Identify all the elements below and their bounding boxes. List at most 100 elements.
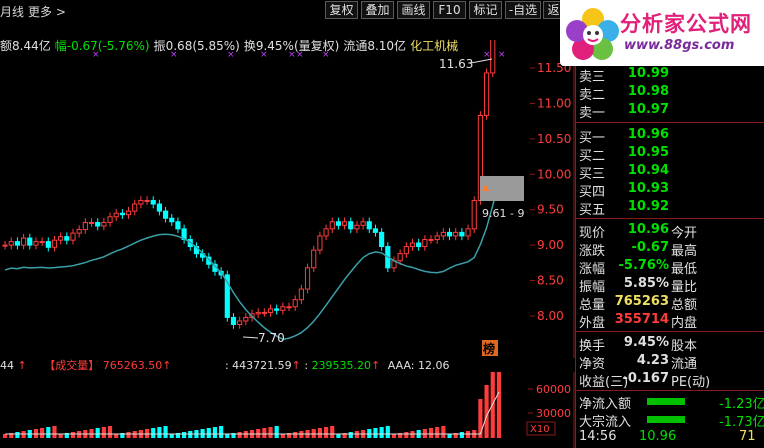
volume-bar xyxy=(126,432,131,438)
candle-body xyxy=(58,236,64,241)
stat-row: 现价 10.96 今开 xyxy=(579,222,764,241)
volume-bar xyxy=(330,426,335,438)
buy-row-label: 买三 xyxy=(579,167,606,182)
buy-row-label: 买二 xyxy=(579,149,606,164)
candle-body xyxy=(298,288,304,301)
buy-row-value: 10.94 xyxy=(627,163,669,178)
candle-body xyxy=(286,306,292,309)
volume-bar xyxy=(385,426,390,438)
volume-bar xyxy=(373,428,378,438)
flow-row: 净流入额 -1.23亿 xyxy=(579,393,764,412)
stat-row-label2: 最高 xyxy=(671,244,698,259)
volume-bar xyxy=(441,426,446,438)
restore-rights-button[interactable]: 复权 xyxy=(325,1,358,19)
candle-body xyxy=(45,241,51,248)
candle-body xyxy=(88,221,95,224)
volume-bar xyxy=(391,434,397,438)
candle-body xyxy=(366,221,372,230)
tick-time: 14:56 xyxy=(579,429,617,444)
candle-body xyxy=(292,299,298,308)
candle-body xyxy=(156,203,162,212)
signal-marker: × xyxy=(92,50,100,60)
price-chart[interactable]: 11.5011.0010.5010.009.509.008.508.00 × × ×… xyxy=(0,40,575,358)
candle-body xyxy=(416,242,422,248)
buy-row-label: 买一 xyxy=(579,131,606,146)
more-menu[interactable]: 更多 > xyxy=(28,3,66,20)
volume-bar xyxy=(101,427,106,438)
stat-row-label: 振幅 xyxy=(579,280,606,295)
candle-body xyxy=(354,224,360,230)
f10-button[interactable]: F10 xyxy=(433,1,466,19)
volume-panel-header: 44 ↑ 【成交量】 765263.50↑ : 443721.59↑ : 239… xyxy=(0,359,450,372)
stat2-row-label: 净资 xyxy=(579,357,606,372)
chevron-right-icon: > xyxy=(55,5,66,19)
candle-body xyxy=(434,235,440,240)
candle-body xyxy=(274,308,280,311)
volume-bar xyxy=(219,426,224,438)
overlay-button[interactable]: 叠加 xyxy=(361,1,394,19)
candle-body xyxy=(169,217,175,223)
candle-body xyxy=(132,203,138,212)
candle-body xyxy=(51,239,58,248)
volume-indicator-name[interactable]: 【成交量】 xyxy=(44,359,99,372)
tick-volume: 71 xyxy=(739,429,756,444)
logo-brand: 分析家公式网 xyxy=(620,12,752,36)
stat-row: 外盘 355714 内盘 xyxy=(579,312,764,331)
volume-ma1: 443721.59 xyxy=(232,359,292,372)
range-label: 9.61 - 9 xyxy=(482,207,524,220)
stat2-row-label2: 股本 xyxy=(671,339,698,354)
buy-row: 买一 10.96 xyxy=(579,127,764,146)
sell-row: 卖一 10.97 xyxy=(579,102,764,121)
buy-row: 买五 10.92 xyxy=(579,199,764,218)
buy-row-label: 买四 xyxy=(579,185,606,200)
buy-row: 买四 10.93 xyxy=(579,181,764,200)
volume-bar xyxy=(428,428,434,438)
candle-body xyxy=(459,231,465,237)
volume-bar xyxy=(348,432,353,438)
sell-row-value: 10.99 xyxy=(627,66,669,81)
volume-bar xyxy=(484,385,489,438)
tick-price: 10.96 xyxy=(639,429,677,444)
volume-bar xyxy=(95,428,100,438)
stat-row: 振幅 5.85% 量比 xyxy=(579,276,764,295)
stat2-row: 换手 9.45% 股本 xyxy=(579,335,764,354)
stat2-row: 净资 4.23 流通 xyxy=(579,353,764,372)
volume-bar xyxy=(52,426,57,438)
candle-body xyxy=(422,238,428,248)
candle-body xyxy=(14,241,21,246)
candle-body xyxy=(372,228,379,233)
stat-row-label2: 最低 xyxy=(671,262,698,277)
volume-bar xyxy=(280,434,285,438)
candle-body xyxy=(113,212,119,218)
candle-body xyxy=(175,221,181,230)
mark-button[interactable]: 标记 xyxy=(469,1,502,19)
candle-body xyxy=(162,210,169,219)
volume-chart[interactable]: 60000 30000 X10 xyxy=(0,372,575,448)
stat2-row-value: 4.23 xyxy=(636,353,669,368)
volume-tick-60000: 60000 xyxy=(536,383,571,396)
period-label[interactable]: 月线 xyxy=(0,3,24,20)
signal-marker: × xyxy=(170,50,178,60)
price-tick-label: 11.00 xyxy=(537,96,571,110)
watchlist-button[interactable]: -自选 xyxy=(505,1,541,19)
signal-marker: × xyxy=(296,50,304,60)
candle-body xyxy=(403,246,409,255)
volume-bar xyxy=(15,432,20,438)
buy-row: 买二 10.95 xyxy=(579,145,764,164)
quote-panel: 卖四11.00卖三10.99卖二10.98卖一10.97买一10.96买二10.… xyxy=(575,20,764,448)
candle-body xyxy=(138,200,144,205)
aaa-value: AAA: 12.06 xyxy=(387,359,450,372)
volume-bar xyxy=(447,434,452,438)
draw-line-button[interactable]: 画线 xyxy=(397,1,430,19)
stat-row: 总量 765263 总额 xyxy=(579,294,764,313)
candle-body xyxy=(348,221,354,230)
stat2-row: 收益(三) -0.167 PE(动) xyxy=(579,371,764,390)
stat-row-label: 涨跌 xyxy=(579,244,606,259)
candle-body xyxy=(311,249,317,269)
candle-body xyxy=(335,221,342,226)
buy-row-value: 10.96 xyxy=(627,127,669,142)
candle-body xyxy=(144,200,150,203)
volume-bar xyxy=(435,427,440,438)
volume-bar xyxy=(107,426,113,438)
volume-bar xyxy=(225,434,230,438)
